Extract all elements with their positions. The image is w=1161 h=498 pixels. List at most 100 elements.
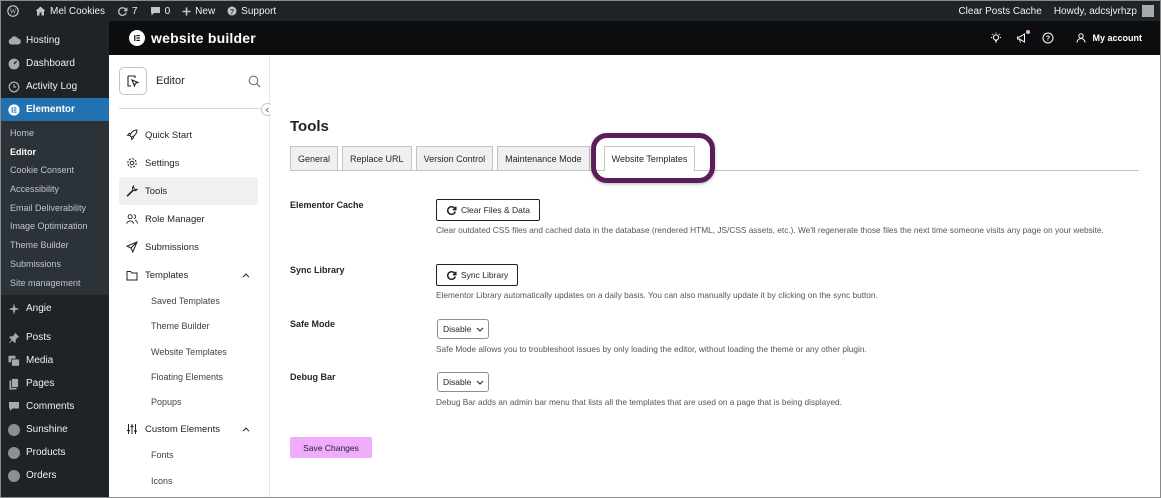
elementor-top-bar: website builder ? My account xyxy=(109,21,1160,55)
submenu-item-theme-builder[interactable]: Theme Builder xyxy=(1,236,109,255)
nav-item-submissions[interactable]: Submissions xyxy=(119,233,258,261)
menu-item-products[interactable]: Products xyxy=(1,441,109,464)
tab-general[interactable]: General xyxy=(290,146,339,170)
pin-icon xyxy=(7,331,21,345)
tab-replace-url[interactable]: Replace URL xyxy=(342,146,412,170)
products-icon xyxy=(7,446,21,460)
comment-icon xyxy=(7,400,21,414)
nav-item-templates[interactable]: Templates xyxy=(119,261,258,289)
save-changes-button[interactable]: Save Changes xyxy=(290,437,372,458)
menu-item-orders[interactable]: Orders xyxy=(1,464,109,487)
menu-label: Elementor xyxy=(26,104,75,115)
menu-item-comments[interactable]: Comments xyxy=(1,395,109,418)
nav-item-settings[interactable]: Settings xyxy=(119,149,258,177)
nav-label: Submissions xyxy=(145,241,199,253)
tab-maintenance-mode[interactable]: Maintenance Mode xyxy=(497,146,590,170)
menu-item-sunshine[interactable]: Sunshine xyxy=(1,418,109,441)
megaphone-icon[interactable] xyxy=(1016,30,1031,44)
debug-bar-select[interactable]: Disable xyxy=(437,372,489,392)
submenu-item-cookie-consent[interactable]: Cookie Consent xyxy=(1,161,109,180)
rocket-icon xyxy=(126,129,138,141)
chevron-left-icon xyxy=(265,106,269,113)
menu-label: Media xyxy=(26,355,54,367)
refresh-icon xyxy=(446,205,457,215)
menu-item-activity-log[interactable]: Activity Log xyxy=(1,75,109,98)
updates-link[interactable]: 7 xyxy=(111,1,144,21)
submenu-item-editor[interactable]: Editor xyxy=(1,143,109,162)
nav-sub-floating-elements[interactable]: Floating Elements xyxy=(119,365,258,390)
nav-item-role-manager[interactable]: Role Manager xyxy=(119,205,258,233)
dashboard-icon xyxy=(7,57,21,71)
menu-item-hosting[interactable]: Hosting xyxy=(1,29,109,52)
nav-item-tools[interactable]: Tools xyxy=(119,177,258,205)
sync-library-button-label: Sync Library xyxy=(461,270,509,280)
user-icon xyxy=(1076,33,1086,43)
site-name-link[interactable]: Mel Cookies xyxy=(29,1,111,21)
sync-library-button[interactable]: Sync Library xyxy=(436,264,519,286)
updates-count: 7 xyxy=(132,5,138,17)
search-icon[interactable] xyxy=(248,75,261,88)
menu-item-pages[interactable]: Pages xyxy=(1,372,109,395)
lightbulb-icon[interactable] xyxy=(990,32,1002,44)
submenu-item-site-management[interactable]: Site management xyxy=(1,274,109,293)
tools-tabs: General Replace URL Version Control Main… xyxy=(290,146,1139,171)
menu-item-elementor[interactable]: Elementor xyxy=(1,98,109,121)
svg-text:?: ? xyxy=(1046,35,1050,42)
clear-cache-label: Clear Posts Cache xyxy=(958,5,1042,17)
chevron-down-icon xyxy=(476,380,484,385)
my-account-link[interactable]: Howdy, adcsjvrhzp xyxy=(1048,1,1160,21)
tab-website-templates[interactable]: Website Templates xyxy=(603,146,696,171)
nav-sub-fonts[interactable]: Fonts xyxy=(119,443,258,468)
comments-link[interactable]: 0 xyxy=(144,1,177,21)
refresh-icon xyxy=(446,270,457,280)
menu-item-media[interactable]: Media xyxy=(1,349,109,372)
help-circle-icon[interactable]: ? xyxy=(1042,32,1054,44)
admin-menu: Hosting Dashboard Activity Log Elementor… xyxy=(1,21,109,497)
submenu-item-email-deliverability[interactable]: Email Deliverability xyxy=(1,199,109,218)
menu-item-dashboard[interactable]: Dashboard xyxy=(1,52,109,75)
debug-bar-label: Debug Bar xyxy=(290,372,336,382)
clear-files-button[interactable]: Clear Files & Data xyxy=(436,199,540,221)
submenu-item-image-optimization[interactable]: Image Optimization xyxy=(1,217,109,236)
nav-label: Tools xyxy=(145,185,168,197)
chevron-down-icon xyxy=(476,327,484,332)
nav-sub-icons[interactable]: Icons xyxy=(119,469,258,494)
my-account-button[interactable]: My account xyxy=(1076,33,1142,43)
elementor-cache-label: Elementor Cache xyxy=(290,200,364,210)
menu-label: Dashboard xyxy=(26,58,75,69)
menu-label: Pages xyxy=(26,378,55,390)
submenu-item-submissions[interactable]: Submissions xyxy=(1,255,109,274)
menu-label: Orders xyxy=(26,470,57,482)
safe-mode-label: Safe Mode xyxy=(290,319,336,329)
nav-label: Custom Elements xyxy=(145,423,220,435)
chevron-up-icon[interactable] xyxy=(242,427,250,432)
plus-icon xyxy=(182,7,191,15)
refresh-icon xyxy=(118,6,128,16)
nav-item-custom-elements[interactable]: Custom Elements xyxy=(119,415,258,443)
submenu-item-home[interactable]: Home xyxy=(1,124,109,143)
menu-item-angie[interactable]: Angie xyxy=(1,297,109,320)
new-label: New xyxy=(195,5,216,17)
nav-item-quick-start[interactable]: Quick Start xyxy=(119,121,258,149)
wp-logo-icon[interactable]: W xyxy=(1,1,29,21)
home-icon xyxy=(35,6,46,16)
tab-version-control[interactable]: Version Control xyxy=(415,146,494,170)
nav-sub-website-templates[interactable]: Website Templates xyxy=(119,340,258,365)
nav-sub-theme-builder[interactable]: Theme Builder xyxy=(119,314,258,339)
site-name: Mel Cookies xyxy=(50,5,106,17)
brand-name: website builder xyxy=(151,30,256,46)
support-link[interactable]: ? Support xyxy=(221,1,282,21)
pages-icon xyxy=(7,377,21,391)
submenu-item-accessibility[interactable]: Accessibility xyxy=(1,180,109,199)
new-link[interactable]: New xyxy=(176,1,221,21)
nav-label: Role Manager xyxy=(145,213,205,225)
debug-bar-description: Debug Bar adds an admin bar menu that li… xyxy=(436,397,842,407)
comment-icon xyxy=(150,7,160,16)
clear-posts-cache-link[interactable]: Clear Posts Cache xyxy=(952,1,1047,21)
menu-item-posts[interactable]: Posts xyxy=(1,326,109,349)
nav-sub-popups[interactable]: Popups xyxy=(119,390,258,415)
nav-sub-saved-templates[interactable]: Saved Templates xyxy=(119,289,258,314)
debug-bar-value: Disable xyxy=(443,377,472,387)
safe-mode-select[interactable]: Disable xyxy=(437,319,489,339)
chevron-up-icon[interactable] xyxy=(242,272,250,278)
